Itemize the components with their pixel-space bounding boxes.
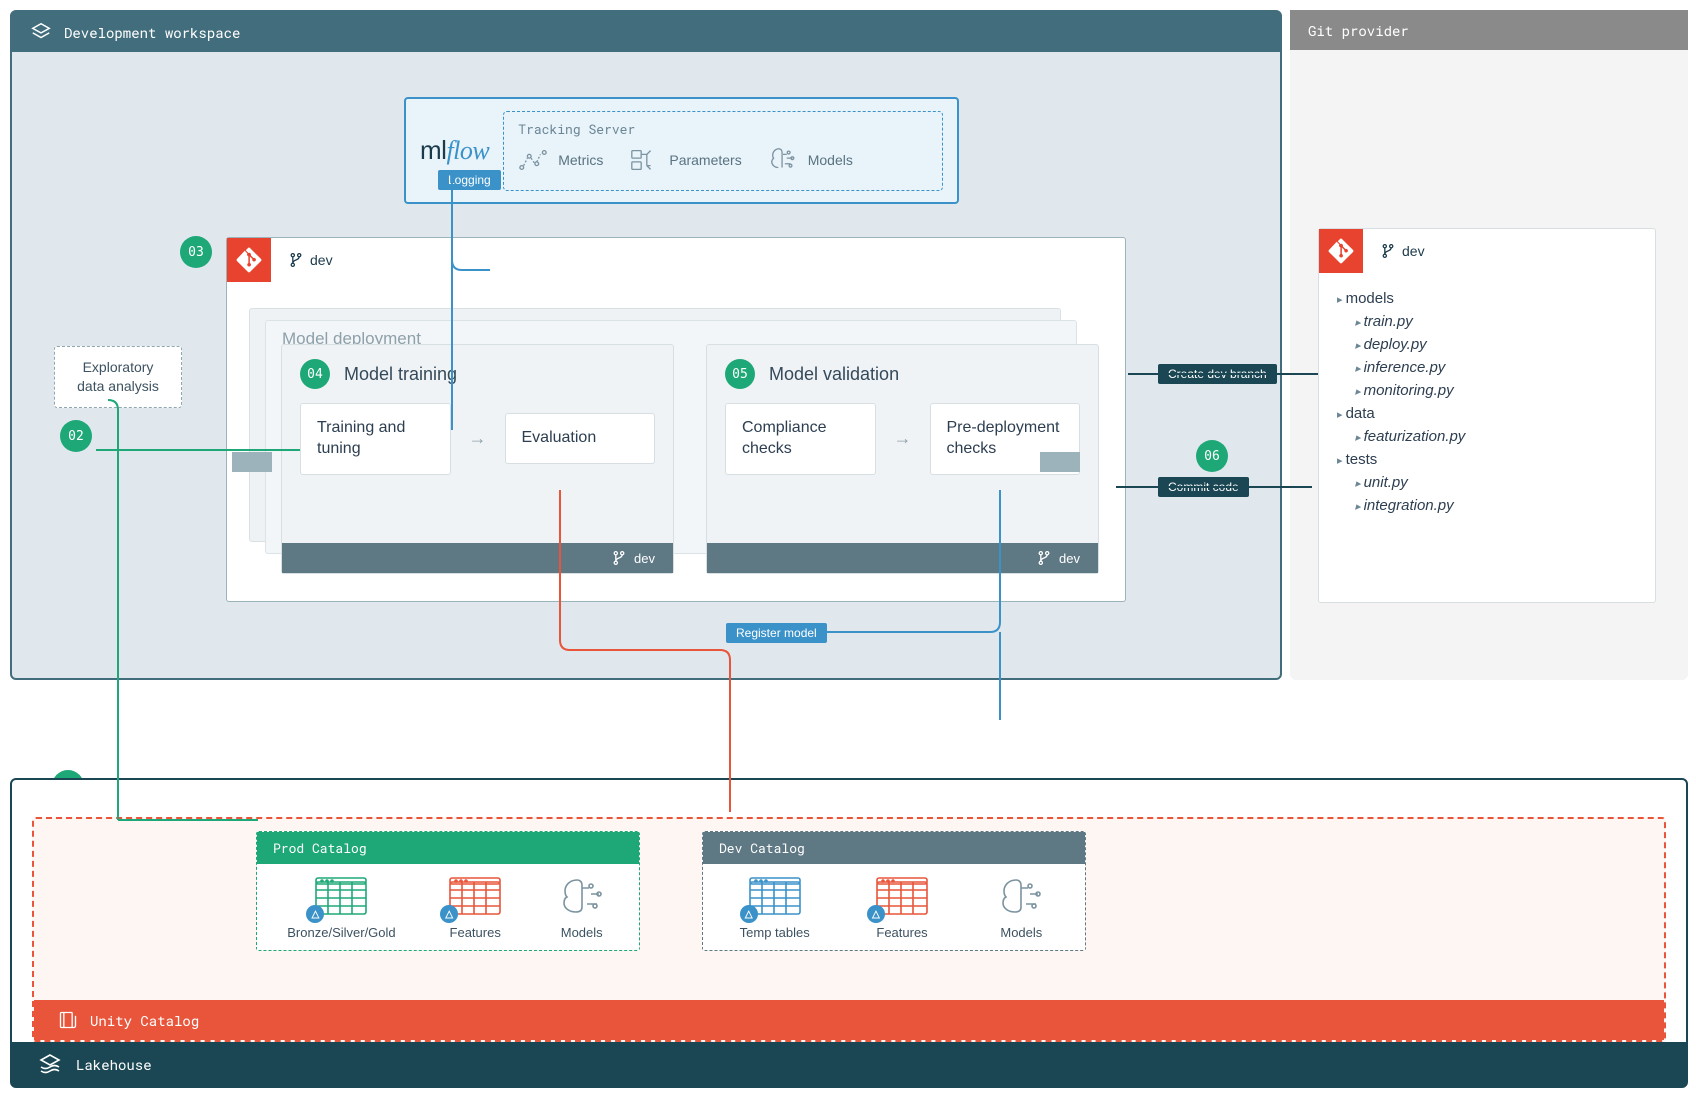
step-badge-06: 06	[1196, 440, 1228, 472]
step-badge-05: 05	[725, 359, 755, 389]
catalog-item: △Features	[448, 876, 502, 940]
layers-icon	[30, 21, 52, 43]
metrics-icon	[518, 145, 548, 175]
branch-badge: dev	[289, 252, 333, 268]
branch-icon	[612, 550, 626, 566]
tracking-item-metrics: Metrics	[518, 145, 603, 175]
delta-badge-icon: △	[867, 905, 885, 923]
catalog-item-label: Bronze/Silver/Gold	[287, 925, 395, 940]
catalog-item: Models	[994, 876, 1048, 940]
git-provider-header: Git provider	[1290, 10, 1688, 50]
tracking-item-parameters: Parameters	[629, 145, 741, 175]
catalog-item-label: Temp tables	[740, 925, 810, 940]
register-model-pill: Register model	[726, 623, 827, 643]
tracking-item-models: Models	[768, 145, 853, 175]
delta-badge-icon: △	[306, 905, 324, 923]
git-tree: modelstrain.pydeploy.pyinference.pymonit…	[1319, 273, 1655, 531]
lakehouse-region: Prod Catalog △Bronze/Silver/Gold△Feature…	[10, 778, 1688, 1088]
prod-catalog: Prod Catalog △Bronze/Silver/Gold△Feature…	[256, 831, 640, 951]
tree-file: featurization.py	[1337, 425, 1637, 448]
tree-file: integration.py	[1337, 494, 1637, 517]
logging-pill: Logging	[438, 170, 501, 190]
unity-catalog-footer: Unity Catalog	[34, 1000, 1664, 1040]
catalog-item: Models	[555, 876, 609, 940]
mlflow-logo: mlflow	[420, 135, 489, 166]
branch-icon	[289, 252, 303, 268]
catalog-icon	[58, 1010, 78, 1030]
unity-catalog-title: Unity Catalog	[90, 1011, 199, 1030]
catalog-item-label: Features	[450, 925, 501, 940]
delta-badge-icon: △	[440, 905, 458, 923]
tracking-server-title: Tracking Server	[518, 120, 928, 138]
git-provider-region: Git provider dev modelstrain.pydeploy.py…	[1290, 10, 1688, 680]
branch-icon	[1381, 243, 1395, 259]
exploratory-box: Exploratory data analysis	[54, 346, 182, 408]
lakehouse-icon	[38, 1052, 62, 1076]
catalog-item: △Features	[875, 876, 929, 940]
runner-left	[232, 452, 272, 472]
tree-file: inference.py	[1337, 356, 1637, 379]
branch-icon	[1037, 550, 1051, 566]
dev-workspace-title: Development workspace	[64, 23, 240, 42]
catalog-item-label: Models	[561, 925, 603, 940]
create-dev-branch-pill: Create dev branch	[1158, 364, 1277, 384]
prod-catalog-title: Prod Catalog	[257, 832, 639, 864]
catalog-item: △ Temp tables	[740, 876, 810, 940]
unity-catalog-region: Prod Catalog △Bronze/Silver/Gold△Feature…	[32, 817, 1666, 1042]
git-icon	[1319, 229, 1363, 273]
arrow-icon: →	[894, 428, 912, 449]
panel-title: Model training	[344, 364, 457, 385]
repo-card: dev . . . Model deployment 04 Model trai…	[226, 237, 1126, 602]
dev-catalog: Dev Catalog △Temp tables△FeaturesModels	[702, 831, 1086, 951]
parameters-icon	[629, 145, 659, 175]
brain-icon	[768, 145, 798, 175]
runner-right	[1040, 452, 1080, 472]
lakehouse-title: Lakehouse	[76, 1055, 152, 1074]
tracking-server-box: Tracking Server Metrics Parameters Model…	[503, 111, 943, 191]
catalog-item-label: Features	[876, 925, 927, 940]
git-card: dev modelstrain.pydeploy.pyinference.pym…	[1318, 228, 1656, 603]
panel-footer: dev	[707, 543, 1098, 573]
branch-badge: dev	[1381, 243, 1425, 259]
git-provider-title: Git provider	[1308, 21, 1409, 40]
catalog-item-label: Models	[1000, 925, 1042, 940]
tree-file: unit.py	[1337, 471, 1637, 494]
step-badge-02: 02	[60, 420, 92, 452]
step-badge-04: 04	[300, 359, 330, 389]
panel-footer: dev	[282, 543, 673, 573]
lakehouse-footer: Lakehouse	[12, 1042, 1686, 1086]
tree-folder: models	[1337, 287, 1637, 310]
commit-code-pill: Commit code	[1158, 477, 1249, 497]
tree-folder: data	[1337, 402, 1637, 425]
step-badge-03: 03	[180, 236, 212, 268]
tree-file: deploy.py	[1337, 333, 1637, 356]
tree-file: train.py	[1337, 310, 1637, 333]
arrow-icon: →	[469, 428, 487, 449]
tree-file: monitoring.py	[1337, 379, 1637, 402]
git-icon	[227, 238, 271, 282]
catalog-item: △ Bronze/Silver/Gold	[287, 876, 395, 940]
delta-badge-icon: △	[740, 905, 758, 923]
development-workspace-region: Development workspace mlflow Tracking Se…	[10, 10, 1282, 680]
dev-catalog-title: Dev Catalog	[703, 832, 1085, 864]
tree-folder: tests	[1337, 448, 1637, 471]
dev-workspace-header: Development workspace	[12, 12, 1280, 52]
panel-title: Model validation	[769, 364, 899, 385]
